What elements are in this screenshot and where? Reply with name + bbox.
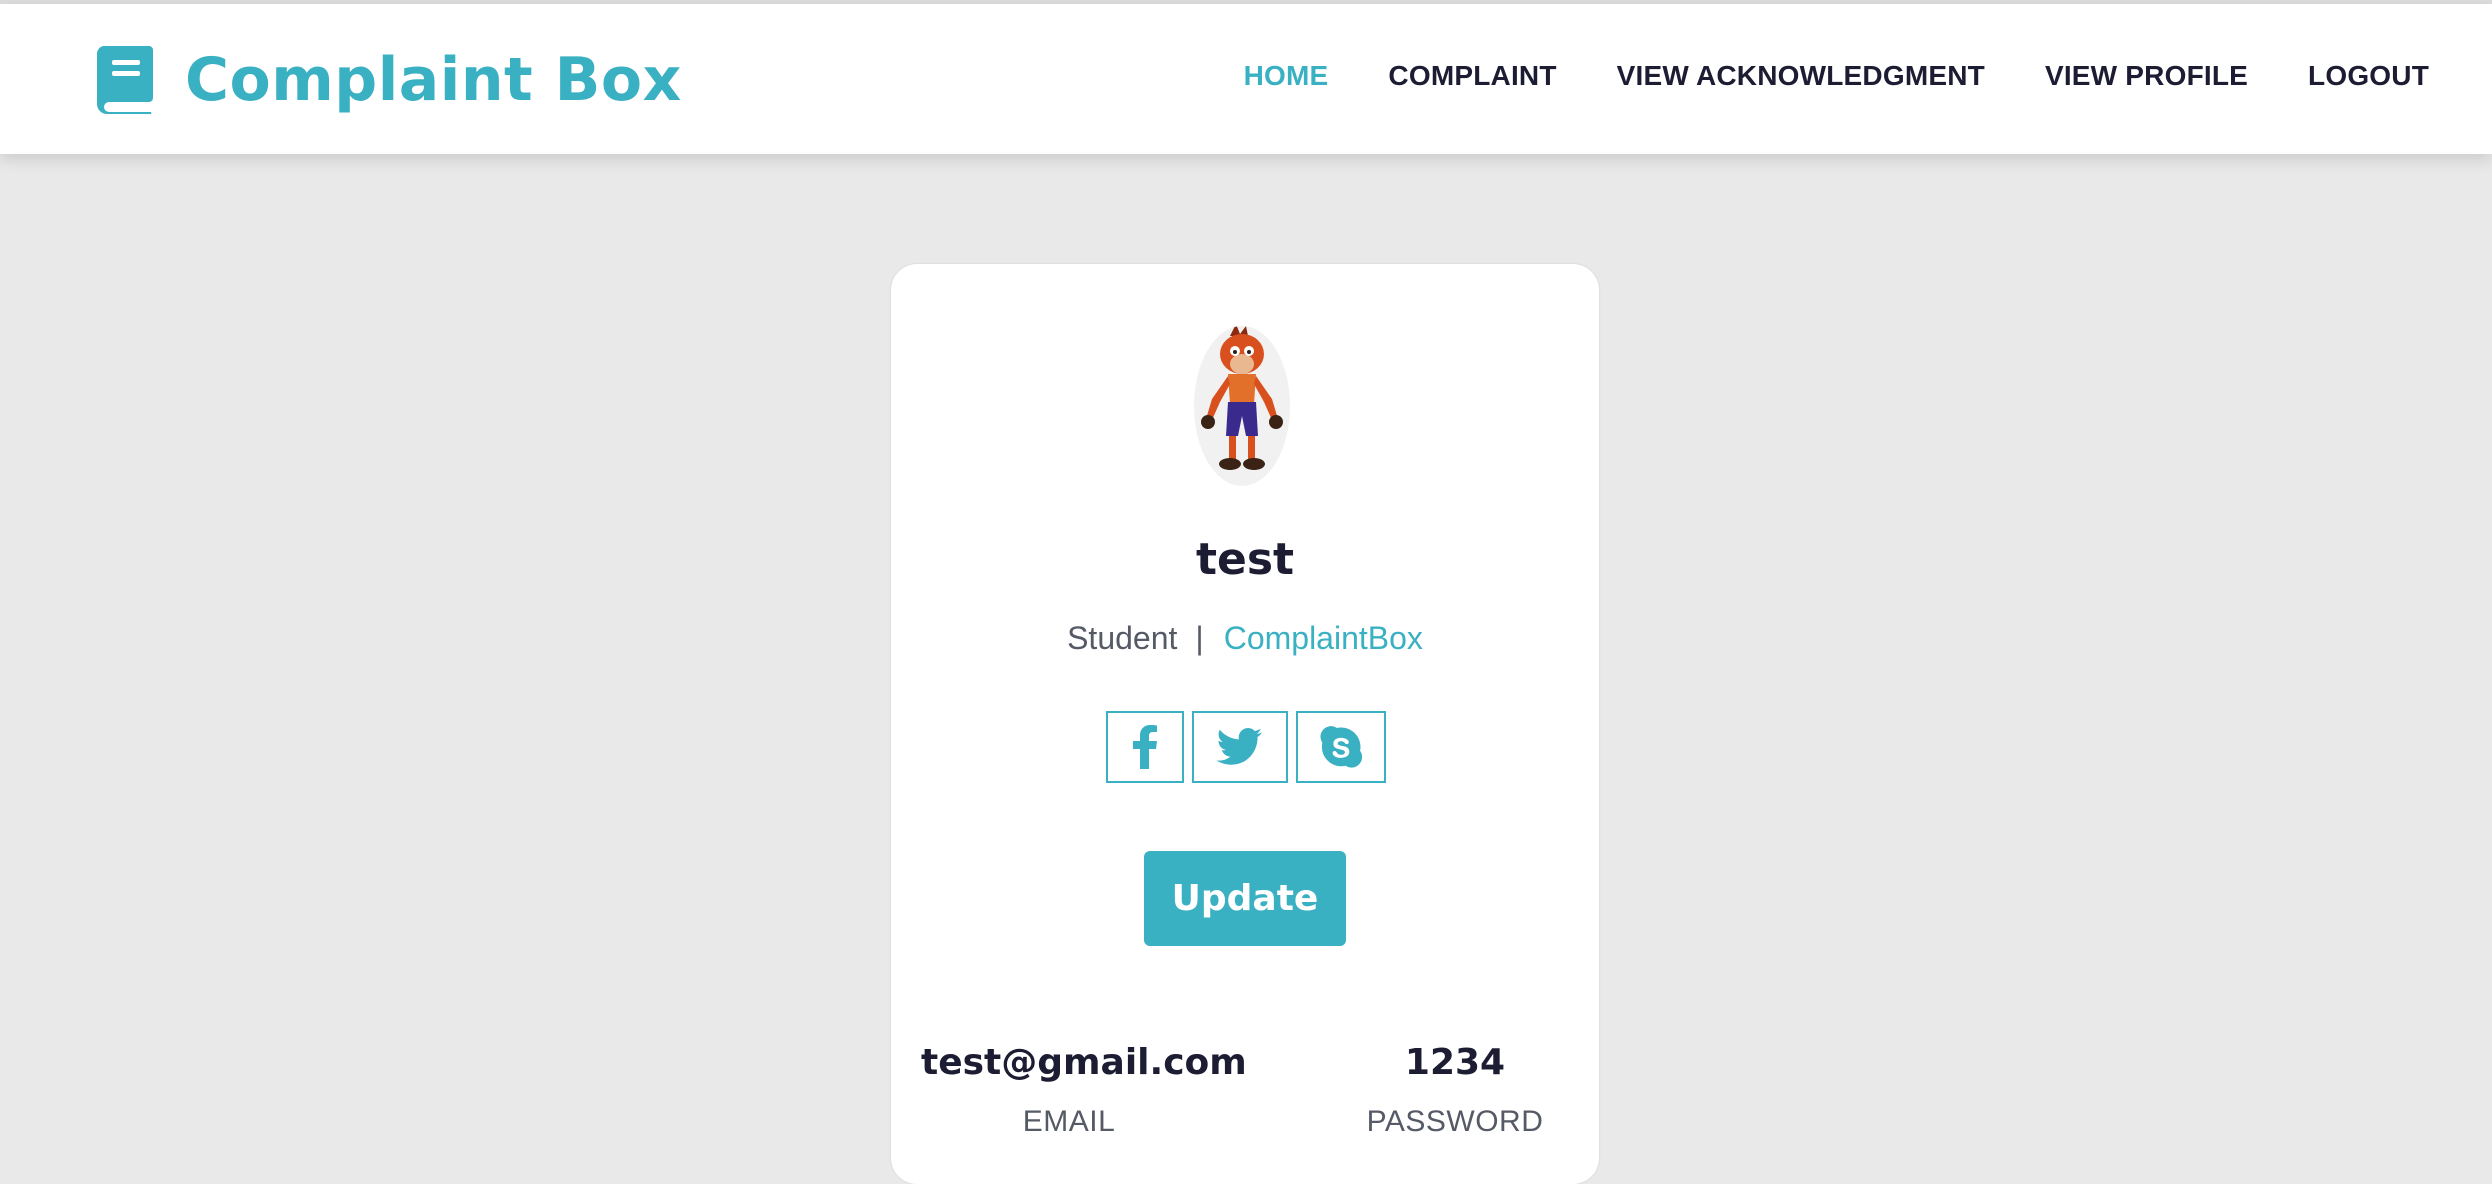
password-stat: 1234 PASSWORD <box>1355 1042 1555 1139</box>
email-label: EMAIL <box>1022 1105 1116 1138</box>
nav-view-profile-link[interactable]: VIEW PROFILE <box>2045 60 2248 92</box>
facebook-button[interactable] <box>1106 711 1184 783</box>
brand-title: Complaint Box <box>185 45 682 115</box>
email-value: test@gmail.com <box>921 1042 1247 1083</box>
meta-separator: | <box>1195 620 1204 656</box>
navbar: Complaint Box HOME COMPLAINT VIEW ACKNOW… <box>0 4 2492 154</box>
facebook-icon <box>1133 725 1157 769</box>
profile-card: test Student | ComplaintBox Update test@gm… <box>891 264 1599 1184</box>
skype-button[interactable] <box>1296 711 1386 783</box>
nav-view-acknowledgment-link[interactable]: VIEW ACKNOWLEDGMENT <box>1617 60 1985 92</box>
profile-name: test <box>1195 534 1295 585</box>
nav-home-link[interactable]: HOME <box>1244 60 1329 92</box>
profile-meta: Student | ComplaintBox <box>891 620 1599 657</box>
nav-logout-link[interactable]: LOGOUT <box>2308 60 2429 92</box>
twitter-button[interactable] <box>1192 711 1288 783</box>
password-value: 1234 <box>1404 1042 1506 1083</box>
update-button[interactable]: Update <box>1144 851 1346 946</box>
brand-logo[interactable]: Complaint Box <box>95 42 682 118</box>
book-icon <box>96 46 153 114</box>
password-label: PASSWORD <box>1366 1105 1544 1138</box>
twitter-icon <box>1217 728 1262 765</box>
profile-role: Student <box>1067 620 1178 656</box>
avatar-image <box>1194 326 1290 486</box>
profile-organization: ComplaintBox <box>1223 620 1423 656</box>
email-stat: test@gmail.com EMAIL <box>921 1042 1247 1139</box>
nav-complaint-link[interactable]: COMPLAINT <box>1388 60 1556 92</box>
skype-icon <box>1320 726 1362 768</box>
social-links <box>1106 711 1394 783</box>
main-nav: HOME COMPLAINT VIEW ACKNOWLEDGMENT VIEW … <box>1184 60 2429 92</box>
